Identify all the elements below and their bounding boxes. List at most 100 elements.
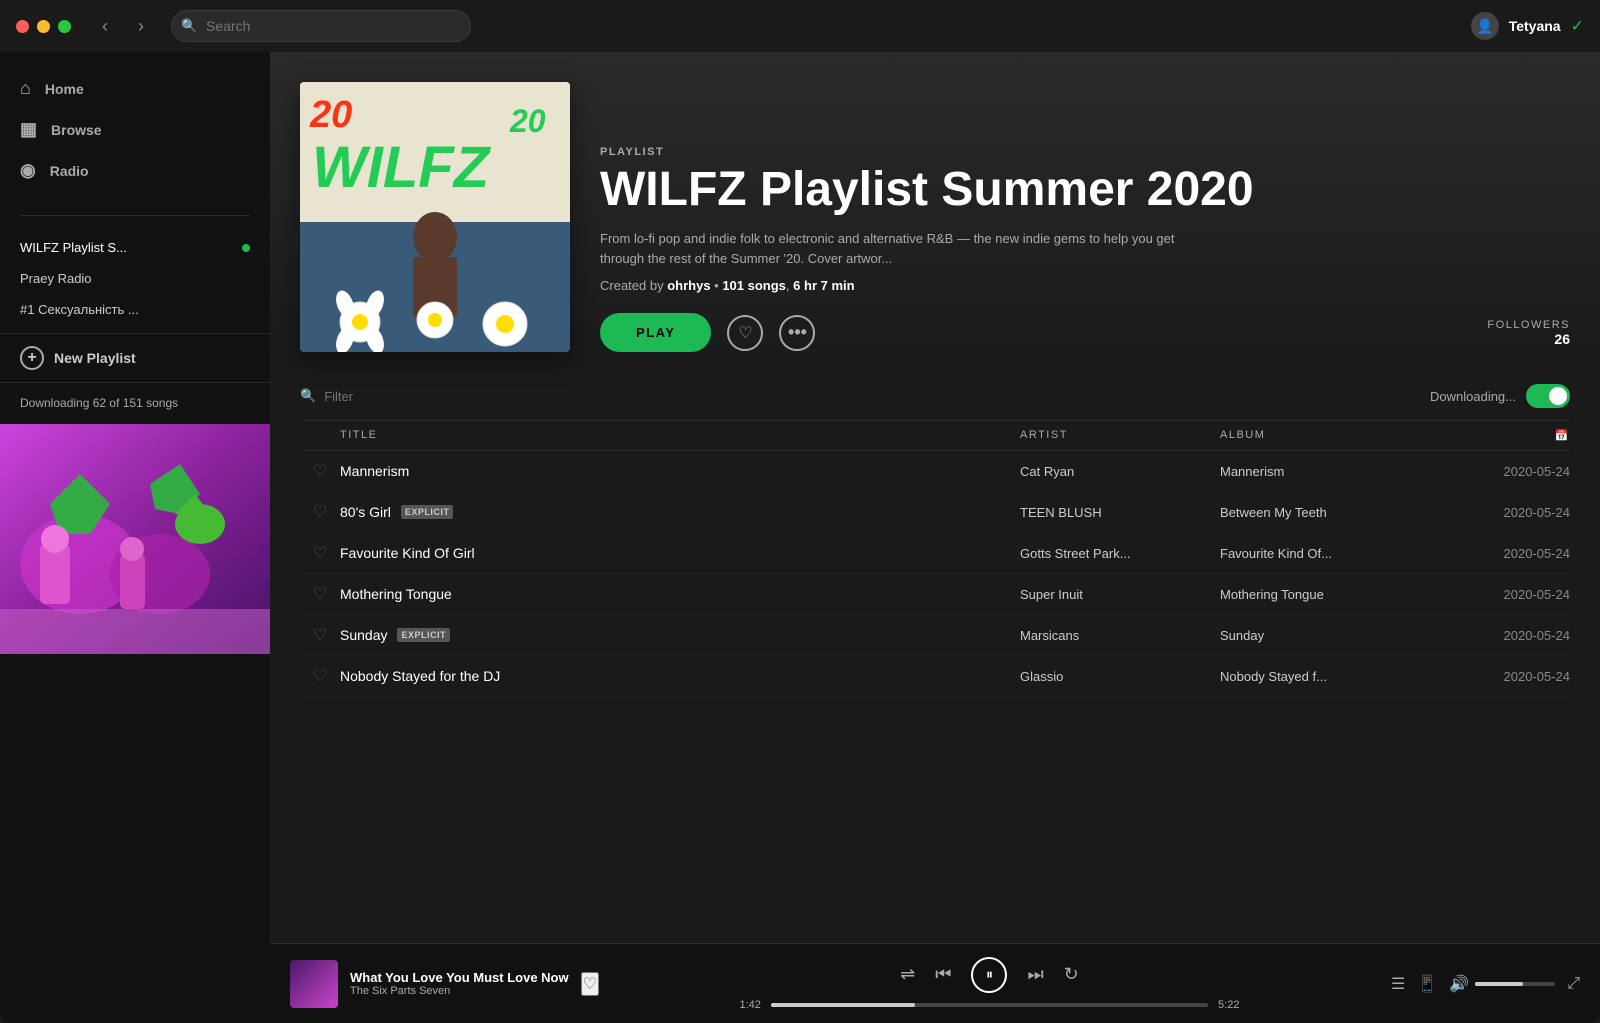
like-button[interactable]: ♡ bbox=[300, 666, 340, 686]
like-button[interactable]: ♡ bbox=[300, 461, 340, 481]
download-toggle-wrap: Downloading... bbox=[1430, 384, 1570, 408]
forward-button[interactable]: › bbox=[127, 12, 155, 40]
explicit-badge: EXPLICIT bbox=[397, 628, 450, 642]
playlist-duration: 6 hr 7 min bbox=[793, 278, 854, 293]
current-time: 1:42 bbox=[739, 999, 760, 1011]
play-pause-button[interactable]: ⏸ bbox=[971, 957, 1007, 993]
track-title: Favourite Kind Of Girl bbox=[340, 545, 475, 561]
track-title: 80's Girl bbox=[340, 504, 391, 520]
plus-icon: + bbox=[20, 346, 44, 370]
search-input[interactable] bbox=[171, 10, 471, 42]
svg-text:20: 20 bbox=[309, 94, 352, 136]
col-header-title: TITLE bbox=[340, 429, 1020, 442]
like-button[interactable]: ♡ bbox=[300, 625, 340, 645]
playlist-item-praey[interactable]: Praey Radio bbox=[0, 263, 270, 294]
heart-button[interactable]: ♡ bbox=[727, 315, 763, 351]
playlist-item-praey-label: Praey Radio bbox=[20, 271, 92, 286]
download-toggle[interactable] bbox=[1526, 384, 1570, 408]
track-artist: Cat Ryan bbox=[1020, 464, 1220, 479]
filter-wrap: 🔍 bbox=[300, 388, 500, 404]
sidebar-item-browse[interactable]: ▦ Browse bbox=[0, 109, 270, 150]
progress-fill bbox=[771, 1003, 915, 1007]
sidebar-item-home[interactable]: ⌂ Home bbox=[0, 68, 270, 109]
playlist-cover: 20 WILFZ 20 bbox=[300, 82, 570, 352]
volume-bar[interactable] bbox=[1475, 982, 1555, 986]
sidebar-item-radio[interactable]: ◉ Radio bbox=[0, 150, 270, 191]
playlist-active-dot bbox=[242, 244, 250, 252]
play-button[interactable]: PLAY bbox=[600, 313, 711, 352]
table-row: ♡ Favourite Kind Of Girl Gotts Street Pa… bbox=[300, 533, 1570, 574]
shuffle-button[interactable]: ⇌ bbox=[900, 964, 915, 985]
col-header-like bbox=[300, 429, 340, 442]
track-artist: Gotts Street Park... bbox=[1020, 546, 1220, 561]
col-header-album: ALBUM bbox=[1220, 429, 1450, 442]
filter-bar: 🔍 Downloading... bbox=[300, 372, 1570, 421]
table-row: ♡ Mothering Tongue Super Inuit Mothering… bbox=[300, 574, 1570, 615]
volume-icon[interactable]: 🔊 bbox=[1449, 974, 1469, 994]
like-button[interactable]: ♡ bbox=[300, 584, 340, 604]
track-album: Mannerism bbox=[1220, 464, 1450, 479]
playlist-creator: ohrhys bbox=[667, 278, 710, 293]
home-icon: ⌂ bbox=[20, 78, 31, 99]
next-button[interactable]: ⏭ bbox=[1027, 964, 1043, 985]
repeat-button[interactable]: ↻ bbox=[1064, 964, 1079, 985]
app-container: ‹ › 🔍 👤 Tetyana ✓ ⌂ Home ▦ Browse bbox=[0, 0, 1600, 1023]
track-title-cell: Sunday EXPLICIT bbox=[340, 627, 1020, 643]
col-header-artist: ARTIST bbox=[1020, 429, 1220, 442]
like-button[interactable]: ♡ bbox=[300, 543, 340, 563]
maximize-button[interactable] bbox=[58, 20, 71, 33]
track-title: Mothering Tongue bbox=[340, 586, 452, 602]
table-row: ♡ Sunday EXPLICIT Marsicans Sunday 2020-… bbox=[300, 615, 1570, 656]
filter-search-icon: 🔍 bbox=[300, 388, 316, 404]
search-bar: 🔍 bbox=[171, 10, 471, 42]
player-thumb-art bbox=[290, 960, 338, 1008]
close-button[interactable] bbox=[16, 20, 29, 33]
traffic-lights bbox=[16, 20, 71, 33]
back-button[interactable]: ‹ bbox=[91, 12, 119, 40]
playlist-type-label: PLAYLIST bbox=[600, 146, 1570, 158]
volume-wrap: 🔊 bbox=[1449, 974, 1555, 994]
filter-input[interactable] bbox=[324, 389, 500, 404]
minimize-button[interactable] bbox=[37, 20, 50, 33]
player-heart-button[interactable]: ♡ bbox=[581, 972, 599, 996]
fullscreen-button[interactable]: ⤢ bbox=[1567, 975, 1580, 993]
track-artist: Glassio bbox=[1020, 669, 1220, 684]
sidebar-album-art bbox=[0, 424, 270, 654]
playlist-song-count: 101 songs bbox=[722, 278, 786, 293]
playlist-item-top1[interactable]: #1 Сексуальність ... bbox=[0, 294, 270, 325]
track-album: Mothering Tongue bbox=[1220, 587, 1450, 602]
table-row: ♡ Mannerism Cat Ryan Mannerism 2020-05-2… bbox=[300, 451, 1570, 492]
queue-button[interactable]: ☰ bbox=[1391, 974, 1405, 994]
track-date: 2020-05-24 bbox=[1450, 669, 1570, 684]
sidebar-item-home-label: Home bbox=[45, 81, 84, 97]
track-date: 2020-05-24 bbox=[1450, 628, 1570, 643]
track-table-header: TITLE ARTIST ALBUM 📅 bbox=[300, 421, 1570, 451]
track-title: Sunday bbox=[340, 627, 387, 643]
new-playlist-button[interactable]: + New Playlist bbox=[0, 333, 270, 382]
download-status-text: Downloading 62 of 151 songs bbox=[20, 396, 178, 410]
track-album: Between My Teeth bbox=[1220, 505, 1450, 520]
sidebar-divider bbox=[20, 215, 250, 216]
devices-button[interactable]: 📱 bbox=[1417, 974, 1437, 994]
track-title-cell: Favourite Kind Of Girl bbox=[340, 545, 1020, 561]
track-artist: Super Inuit bbox=[1020, 587, 1220, 602]
track-title-cell: Mannerism bbox=[340, 463, 1020, 479]
progress-bar[interactable] bbox=[771, 1003, 1208, 1007]
track-title-cell: 80's Girl EXPLICIT bbox=[340, 504, 1020, 520]
playlist-title: WILFZ Playlist Summer 2020 bbox=[600, 164, 1570, 217]
like-button[interactable]: ♡ bbox=[300, 502, 340, 522]
svg-text:WILFZ: WILFZ bbox=[312, 135, 492, 200]
sidebar: ⌂ Home ▦ Browse ◉ Radio WILFZ Playlist S… bbox=[0, 52, 270, 1023]
nav-arrows: ‹ › bbox=[91, 12, 155, 40]
playlist-list: WILFZ Playlist S... Praey Radio #1 Сексу… bbox=[0, 224, 270, 333]
player-right: ☰ 📱 🔊 ⤢ bbox=[1380, 974, 1580, 994]
more-button[interactable]: ••• bbox=[779, 315, 815, 351]
track-artist: Marsicans bbox=[1020, 628, 1220, 643]
previous-button[interactable]: ⏮ bbox=[935, 964, 951, 985]
progress-bar-wrap: 1:42 5:22 bbox=[739, 999, 1239, 1011]
total-time: 5:22 bbox=[1218, 999, 1239, 1011]
playlist-item-wilfz-label: WILFZ Playlist S... bbox=[20, 240, 127, 255]
followers-count: 26 bbox=[1487, 331, 1570, 347]
user-name: Tetyana bbox=[1509, 18, 1561, 34]
playlist-item-wilfz[interactable]: WILFZ Playlist S... bbox=[0, 232, 270, 263]
